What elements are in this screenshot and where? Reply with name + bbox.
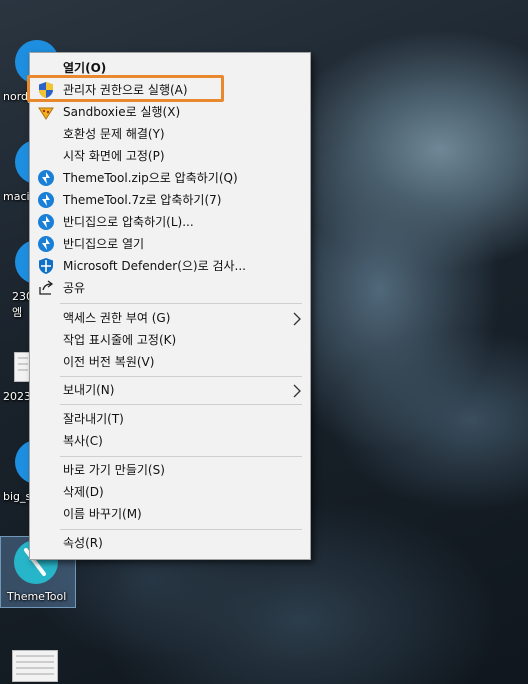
menu-item-label: 삭제(D) — [63, 485, 104, 499]
menu-item-label: 반디집으로 열기 — [63, 237, 145, 251]
context-menu: 열기(O) 관리자 권한으로 실행(A) Sandboxie로 실행(X) 호환… — [29, 52, 311, 560]
menu-item-bandizip-compress[interactable]: 반디집으로 압축하기(L)... — [30, 211, 310, 233]
menu-item-rename[interactable]: 이름 바꾸기(M) — [30, 503, 310, 525]
desktop-label-themetool: ThemeTool — [7, 590, 67, 603]
sandboxie-icon — [37, 103, 55, 121]
menu-item-label: 호환성 문제 해결(Y) — [63, 127, 165, 141]
menu-item-give-access[interactable]: 액세스 권한 부여 (G) — [30, 307, 310, 329]
menu-separator — [60, 404, 302, 405]
menu-item-label: ThemeTool.zip으로 압축하기(Q) — [63, 171, 238, 185]
menu-item-send-to[interactable]: 보내기(N) — [30, 379, 310, 401]
menu-item-sandboxie[interactable]: Sandboxie로 실행(X) — [30, 101, 310, 123]
highlight-box — [27, 75, 224, 102]
menu-item-troubleshoot[interactable]: 호환성 문제 해결(Y) — [30, 123, 310, 145]
desktop-label-maci: maci — [3, 190, 30, 203]
menu-item-label: 이전 버전 복원(V) — [63, 355, 155, 369]
menu-item-zip[interactable]: ThemeTool.zip으로 압축하기(Q) — [30, 167, 310, 189]
menu-item-label: 잘라내기(T) — [63, 412, 124, 426]
screenshot-thumbnail-icon[interactable] — [12, 650, 58, 682]
menu-item-restore-versions[interactable]: 이전 버전 복원(V) — [30, 351, 310, 373]
menu-item-copy[interactable]: 복사(C) — [30, 430, 310, 452]
bandizip-icon — [37, 235, 55, 253]
bandizip-icon — [37, 213, 55, 231]
menu-item-label: Microsoft Defender(으)로 검사... — [63, 259, 246, 273]
defender-icon — [37, 257, 55, 275]
menu-item-label: 반디집으로 압축하기(L)... — [63, 215, 194, 229]
menu-item-properties[interactable]: 속성(R) — [30, 532, 310, 554]
menu-separator — [60, 376, 302, 377]
menu-item-bandizip-open[interactable]: 반디집으로 열기 — [30, 233, 310, 255]
menu-item-label: Sandboxie로 실행(X) — [63, 105, 181, 119]
share-icon — [37, 279, 55, 297]
desktop-label-em: 엠 — [12, 306, 23, 319]
menu-item-pin-taskbar[interactable]: 작업 표시줄에 고정(K) — [30, 329, 310, 351]
menu-item-defender-scan[interactable]: Microsoft Defender(으)로 검사... — [30, 255, 310, 277]
menu-item-label: 열기(O) — [63, 61, 107, 75]
menu-item-label: 복사(C) — [63, 434, 103, 448]
menu-separator — [60, 529, 302, 530]
menu-item-label: 액세스 권한 부여 (G) — [63, 311, 171, 325]
menu-item-label: 바로 가기 만들기(S) — [63, 463, 165, 477]
menu-item-label: 시작 화면에 고정(P) — [63, 149, 165, 163]
chevron-right-icon — [292, 383, 302, 398]
menu-item-pin-start[interactable]: 시작 화면에 고정(P) — [30, 145, 310, 167]
menu-item-label: 속성(R) — [63, 536, 103, 550]
menu-item-create-shortcut[interactable]: 바로 가기 만들기(S) — [30, 459, 310, 481]
chevron-right-icon — [292, 311, 302, 326]
menu-item-label: 보내기(N) — [63, 383, 115, 397]
menu-item-delete[interactable]: 삭제(D) — [30, 481, 310, 503]
menu-item-cut[interactable]: 잘라내기(T) — [30, 408, 310, 430]
menu-item-share[interactable]: 공유 — [30, 277, 310, 299]
bandizip-icon — [37, 169, 55, 187]
bandizip-icon — [37, 191, 55, 209]
menu-item-7z[interactable]: ThemeTool.7z로 압축하기(7) — [30, 189, 310, 211]
menu-item-label: 작업 표시줄에 고정(K) — [63, 333, 177, 347]
desktop-label-2023: 2023 — [3, 390, 31, 403]
menu-separator — [60, 303, 302, 304]
menu-item-label: 공유 — [63, 281, 86, 295]
menu-item-label: 이름 바꾸기(M) — [63, 507, 142, 521]
menu-separator — [60, 456, 302, 457]
menu-item-label: ThemeTool.7z로 압축하기(7) — [63, 193, 222, 207]
desktop-label-big-s: big_s — [3, 490, 32, 503]
